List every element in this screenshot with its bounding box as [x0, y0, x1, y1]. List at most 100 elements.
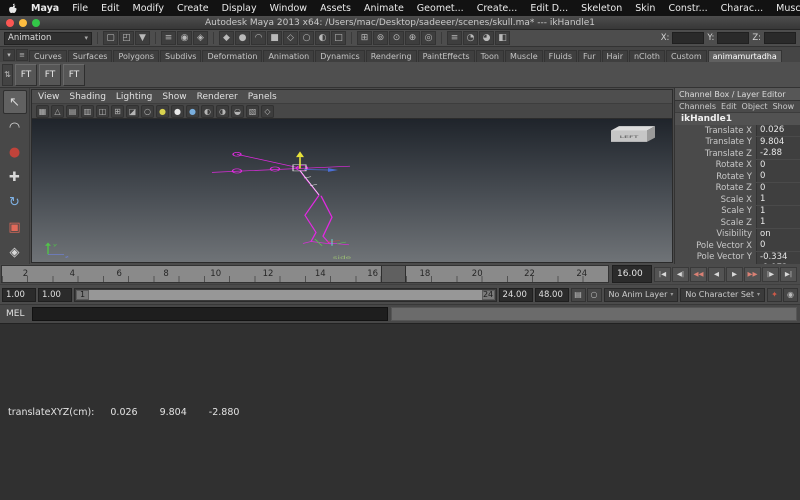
- render-current-frame-icon[interactable]: ◔: [463, 31, 478, 45]
- channel-box-object-name[interactable]: ikHandle1: [675, 112, 800, 125]
- channel-attribute-row[interactable]: Visibility on: [675, 228, 800, 241]
- shelf-tab-animation[interactable]: Animation: [263, 50, 315, 62]
- shelf-tab-subdivs[interactable]: Subdivs: [160, 50, 202, 62]
- select-by-dynamics-icon[interactable]: ○: [299, 31, 314, 45]
- channel-attribute-value[interactable]: 0: [756, 182, 800, 194]
- shelf-tab-polygons[interactable]: Polygons: [113, 50, 160, 62]
- go-to-start-button[interactable]: |◀: [654, 266, 671, 282]
- animation-end-field[interactable]: 48.00: [534, 287, 569, 302]
- universal-manipulator-icon[interactable]: ◈: [3, 240, 27, 264]
- shelf-tab-hair[interactable]: Hair: [601, 50, 628, 62]
- select-hierarchy-mode-icon[interactable]: ≡: [161, 31, 176, 45]
- viewport-3d-view[interactable]: LEFT y z side: [32, 119, 672, 262]
- play-backwards-button[interactable]: ◀: [708, 266, 725, 282]
- move-tool-icon[interactable]: ✚: [3, 165, 27, 189]
- 2d-pan-zoom-icon[interactable]: ⊞: [111, 104, 124, 118]
- open-scene-icon[interactable]: ◰: [119, 31, 134, 45]
- use-all-lights-icon[interactable]: ●: [186, 104, 199, 118]
- play-forwards-button[interactable]: ▶: [726, 266, 743, 282]
- select-by-surfaces-icon[interactable]: ■: [267, 31, 282, 45]
- edit-menu[interactable]: Edit: [721, 102, 737, 111]
- shelf-item-ft-1[interactable]: FT: [15, 63, 37, 86]
- panel-menu-view[interactable]: View: [38, 92, 59, 102]
- textured-icon[interactable]: ●: [171, 104, 184, 118]
- step-forward-frame-button[interactable]: |▶: [762, 266, 779, 282]
- menu-constrain[interactable]: Constr...: [668, 3, 707, 14]
- menu-maya[interactable]: Maya: [31, 3, 59, 14]
- menu-set-selector[interactable]: Animation ▾: [4, 31, 92, 45]
- menu-animate[interactable]: Animate: [364, 3, 404, 14]
- panel-menu-lighting[interactable]: Lighting: [116, 92, 152, 102]
- animation-layer-icon[interactable]: ▤: [570, 287, 586, 302]
- select-by-misc-icon[interactable]: □: [331, 31, 346, 45]
- menu-skin[interactable]: Skin: [635, 3, 655, 14]
- new-scene-icon[interactable]: ▢: [103, 31, 118, 45]
- channel-attribute-value[interactable]: -2.88: [756, 148, 800, 160]
- select-by-curves-icon[interactable]: ◠: [251, 31, 266, 45]
- shelf-tab-curves[interactable]: Curves: [29, 50, 67, 62]
- select-by-handles-icon[interactable]: ◆: [219, 31, 234, 45]
- menu-create[interactable]: Create: [177, 3, 209, 14]
- menu-create-deformers[interactable]: Create...: [477, 3, 518, 14]
- object-menu[interactable]: Object: [742, 102, 768, 111]
- step-back-key-button[interactable]: ◀◀: [690, 266, 707, 282]
- playback-start-field[interactable]: 1.00: [38, 287, 72, 302]
- character-set-selector[interactable]: No Character Set ▾: [680, 287, 765, 302]
- panel-menu-show[interactable]: Show: [162, 92, 186, 102]
- animation-start-field[interactable]: 1.00: [2, 287, 36, 302]
- menu-character[interactable]: Charac...: [721, 3, 764, 14]
- wireframe-icon[interactable]: ○: [141, 104, 154, 118]
- channel-attribute-row[interactable]: Pole Vector Y -0.334: [675, 251, 800, 264]
- shelf-scroll-icon[interactable]: ⇅: [2, 63, 13, 86]
- save-scene-icon[interactable]: ▼: [135, 31, 150, 45]
- panel-menu-panels[interactable]: Panels: [248, 92, 277, 102]
- step-back-frame-button[interactable]: ◀|: [672, 266, 689, 282]
- camera-attributes-icon[interactable]: ▤: [66, 104, 79, 118]
- shelf-tab-surfaces[interactable]: Surfaces: [67, 50, 113, 62]
- shelf-tab-deformation[interactable]: Deformation: [202, 50, 263, 62]
- zoom-window-button[interactable]: [32, 19, 40, 27]
- shelf-tab-rendering[interactable]: Rendering: [365, 50, 417, 62]
- select-tool-icon[interactable]: ↖: [2, 90, 27, 114]
- view-cube-face-label[interactable]: LEFT: [620, 135, 639, 139]
- panel-menu-renderer[interactable]: Renderer: [197, 92, 238, 102]
- menu-edit[interactable]: Edit: [101, 3, 119, 14]
- menu-window[interactable]: Window: [270, 3, 307, 14]
- snap-to-plane-icon[interactable]: ⊕: [405, 31, 420, 45]
- command-line-language-toggle[interactable]: MEL: [0, 309, 32, 319]
- channels-menu[interactable]: Channels: [679, 102, 716, 111]
- close-window-button[interactable]: [6, 19, 14, 27]
- select-component-mode-icon[interactable]: ◈: [193, 31, 208, 45]
- menu-geometry-cache[interactable]: Geomet...: [417, 3, 464, 14]
- menu-display[interactable]: Display: [222, 3, 257, 14]
- step-forward-key-button[interactable]: ▶▶: [744, 266, 761, 282]
- menu-skeleton[interactable]: Skeleton: [581, 3, 622, 14]
- make-live-icon[interactable]: ◎: [421, 31, 436, 45]
- channel-attribute-row[interactable]: Translate Y 9.804: [675, 136, 800, 149]
- shelf-tab-muscle[interactable]: Muscle: [504, 50, 543, 62]
- scale-tool-icon[interactable]: ▣: [3, 215, 27, 239]
- apple-menu-icon[interactable]: [8, 3, 18, 14]
- shelf-tab-custom[interactable]: Custom: [665, 50, 707, 62]
- snap-to-curve-icon[interactable]: ⊚: [373, 31, 388, 45]
- menu-edit-deformers[interactable]: Edit D...: [530, 3, 568, 14]
- z-input-field[interactable]: [764, 32, 796, 44]
- current-frame-field[interactable]: 16.00: [612, 265, 652, 283]
- channel-attribute-row[interactable]: Translate X 0.026: [675, 125, 800, 137]
- menu-assets[interactable]: Assets: [320, 3, 351, 14]
- channel-attribute-value[interactable]: 9.804: [756, 136, 800, 148]
- shelf-item-ft-3[interactable]: FT: [63, 63, 85, 86]
- grease-pencil-icon[interactable]: ◪: [126, 104, 139, 118]
- y-input-field[interactable]: [717, 32, 750, 44]
- shelf-tab-dynamics[interactable]: Dynamics: [315, 50, 365, 62]
- lock-camera-icon[interactable]: △: [51, 104, 64, 118]
- range-slider[interactable]: 1 24: [74, 287, 497, 302]
- shelf-item-ft-2[interactable]: FT: [39, 63, 61, 86]
- range-end-handle[interactable]: 24: [481, 289, 495, 300]
- playback-end-field[interactable]: 24.00: [498, 287, 533, 302]
- select-by-joints-icon[interactable]: ●: [235, 31, 250, 45]
- channel-attribute-row[interactable]: Translate Z -2.88: [675, 148, 800, 160]
- channel-attribute-value[interactable]: -0.334: [756, 251, 800, 263]
- shelf-tab-ncloth[interactable]: nCloth: [628, 50, 665, 62]
- shelf-tab-toon[interactable]: Toon: [475, 50, 504, 62]
